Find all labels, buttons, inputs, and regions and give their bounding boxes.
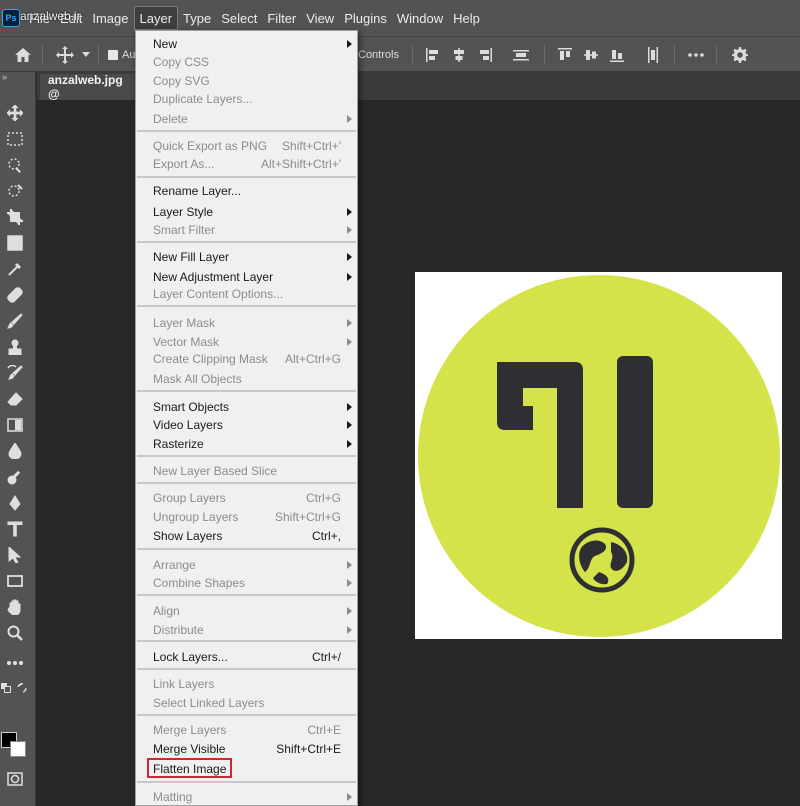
menu-item-create-clipping-mask: Create Clipping Mask Alt+Ctrl+G bbox=[153, 351, 341, 366]
menu-item-new[interactable]: New bbox=[136, 34, 357, 53]
menu-item-link-layers: Link Layers bbox=[153, 676, 215, 691]
menu-item-select-linked-layers: Select Linked Layers bbox=[153, 695, 265, 710]
menu-item-merge-visible[interactable]: Merge Visible Shift+Ctrl+E bbox=[136, 739, 357, 758]
menu-item-export-as: Export As... Alt+Shift+Ctrl+' bbox=[153, 156, 341, 171]
menu-item-align: Align bbox=[136, 601, 357, 620]
menu-item-layer-mask: Layer Mask bbox=[136, 313, 357, 332]
eyedropper-tool-icon[interactable] bbox=[4, 258, 26, 280]
dodge-tool-icon[interactable] bbox=[4, 466, 26, 488]
menu-type[interactable]: Type bbox=[178, 6, 216, 30]
menu-item-lock-layers[interactable]: Lock Layers... Ctrl+/ bbox=[136, 647, 357, 666]
document-tab[interactable]: anzalweb.jpg @ bbox=[40, 73, 136, 101]
menu-item-arrange: Arrange bbox=[136, 555, 357, 574]
menu-item-smart-filter: Smart Filter bbox=[136, 220, 357, 239]
menu-view[interactable]: View bbox=[301, 6, 339, 30]
hand-tool-icon[interactable] bbox=[4, 596, 26, 618]
auto-select-label: Au bbox=[122, 49, 136, 61]
align-top-icon[interactable] bbox=[556, 37, 574, 73]
menu-select[interactable]: Select bbox=[216, 6, 262, 30]
menu-item-show-layers[interactable]: Show Layers Ctrl+, bbox=[136, 526, 357, 545]
gear-icon[interactable] bbox=[730, 37, 750, 73]
menu-item-copy-css: Copy CSS bbox=[153, 54, 210, 69]
default-colors-icon[interactable] bbox=[0, 682, 12, 694]
menu-item-quick-export: Quick Export as PNG Shift+Ctrl+' bbox=[153, 138, 341, 153]
menu-item-flatten-image[interactable]: Flatten Image bbox=[136, 759, 357, 778]
background-color-swatch[interactable] bbox=[10, 741, 26, 757]
menu-item-distribute: Distribute bbox=[136, 620, 357, 639]
brush-tool-icon[interactable] bbox=[4, 310, 26, 332]
object-selection-tool-icon[interactable] bbox=[4, 180, 26, 202]
menu-item-merge-layers: Merge Layers Ctrl+E bbox=[153, 722, 341, 737]
menu-item-layer-content-options: Layer Content Options... bbox=[153, 286, 284, 301]
eraser-tool-icon[interactable] bbox=[4, 388, 26, 410]
options-bar: Au Controls bbox=[0, 36, 800, 72]
menu-item-mask-all-objects: Mask All Objects bbox=[153, 371, 242, 386]
menu-help[interactable]: Help bbox=[448, 6, 485, 30]
history-brush-tool-icon[interactable] bbox=[4, 362, 26, 384]
menu-layer[interactable]: Layer bbox=[133, 6, 179, 30]
menubar: Ps File Edit Image Layer Type Select Fil… bbox=[0, 0, 800, 36]
menu-item-duplicate-layers: Duplicate Layers... bbox=[153, 91, 253, 106]
menu-item-layer-style[interactable]: Layer Style bbox=[136, 202, 357, 221]
menu-image[interactable]: Image bbox=[87, 6, 133, 30]
type-tool-icon[interactable] bbox=[4, 518, 26, 540]
pen-tool-icon[interactable] bbox=[4, 492, 26, 514]
healing-brush-tool-icon[interactable] bbox=[4, 284, 26, 306]
align-middle-v-icon[interactable] bbox=[582, 37, 600, 73]
align-bottom-icon[interactable] bbox=[608, 37, 626, 73]
menu-item-new-layer-based-slice: New Layer Based Slice bbox=[153, 463, 278, 478]
logo-glyph-bar bbox=[617, 356, 653, 508]
menu-item-matting: Matting bbox=[136, 787, 357, 805]
more-tools-icon[interactable] bbox=[4, 652, 26, 674]
logo-image bbox=[418, 275, 780, 637]
quick-selection-tool-icon[interactable] bbox=[4, 154, 26, 176]
photoshop-logo[interactable]: Ps bbox=[2, 9, 20, 27]
menu-edit[interactable]: Edit bbox=[55, 6, 87, 30]
menu-item-combine-shapes: Combine Shapes bbox=[136, 573, 357, 592]
auto-select-checkbox[interactable] bbox=[108, 50, 118, 60]
menu-item-group-layers: Group Layers Ctrl+G bbox=[153, 490, 341, 505]
menu-item-new-fill-layer[interactable]: New Fill Layer bbox=[136, 247, 357, 266]
menu-item-video-layers[interactable]: Video Layers bbox=[136, 415, 357, 434]
transform-controls-label: Controls bbox=[358, 49, 399, 61]
tool-panel: » bbox=[0, 72, 36, 806]
path-selection-tool-icon[interactable] bbox=[4, 544, 26, 566]
rectangle-tool-icon[interactable] bbox=[4, 570, 26, 592]
document-canvas[interactable] bbox=[415, 272, 782, 639]
collapse-panel-icon[interactable]: » bbox=[2, 72, 7, 82]
marquee-tool-icon[interactable] bbox=[4, 128, 26, 150]
align-left-icon[interactable] bbox=[424, 37, 442, 73]
align-right-icon[interactable] bbox=[476, 37, 494, 73]
home-icon[interactable] bbox=[10, 37, 36, 73]
frame-tool-icon[interactable] bbox=[4, 232, 26, 254]
layer-menu-dropdown: New Copy CSS Copy SVG Duplicate Layers..… bbox=[135, 30, 358, 806]
menu-window[interactable]: Window bbox=[392, 6, 448, 30]
menu-item-copy-svg: Copy SVG bbox=[153, 73, 210, 88]
menu-item-delete: Delete bbox=[136, 109, 357, 128]
crop-tool-icon[interactable] bbox=[4, 206, 26, 228]
gradient-tool-icon[interactable] bbox=[4, 414, 26, 436]
menu-item-rasterize[interactable]: Rasterize bbox=[136, 434, 357, 453]
swap-colors-icon[interactable] bbox=[16, 682, 28, 694]
distribute-v-icon[interactable] bbox=[644, 37, 662, 73]
more-icon[interactable] bbox=[686, 37, 706, 73]
distribute-icon[interactable] bbox=[510, 37, 532, 73]
menu-item-ungroup-layers: Ungroup Layers Shift+Ctrl+G bbox=[153, 509, 341, 524]
menu-item-rename-layer[interactable]: Rename Layer... bbox=[136, 181, 357, 200]
align-center-h-icon[interactable] bbox=[450, 37, 468, 73]
clone-stamp-tool-icon[interactable] bbox=[4, 336, 26, 358]
move-tool-icon[interactable] bbox=[4, 102, 26, 124]
chevron-down-icon[interactable] bbox=[80, 37, 92, 73]
quick-mask-icon[interactable] bbox=[4, 768, 26, 790]
blur-tool-icon[interactable] bbox=[4, 440, 26, 462]
menu-filter[interactable]: Filter bbox=[262, 6, 301, 30]
menu-file[interactable]: File bbox=[24, 6, 55, 30]
globe-icon bbox=[569, 527, 635, 593]
zoom-tool-icon[interactable] bbox=[4, 622, 26, 644]
move-icon[interactable] bbox=[54, 37, 76, 73]
menu-plugins[interactable]: Plugins bbox=[339, 6, 392, 30]
menu-item-smart-objects[interactable]: Smart Objects bbox=[136, 397, 357, 416]
